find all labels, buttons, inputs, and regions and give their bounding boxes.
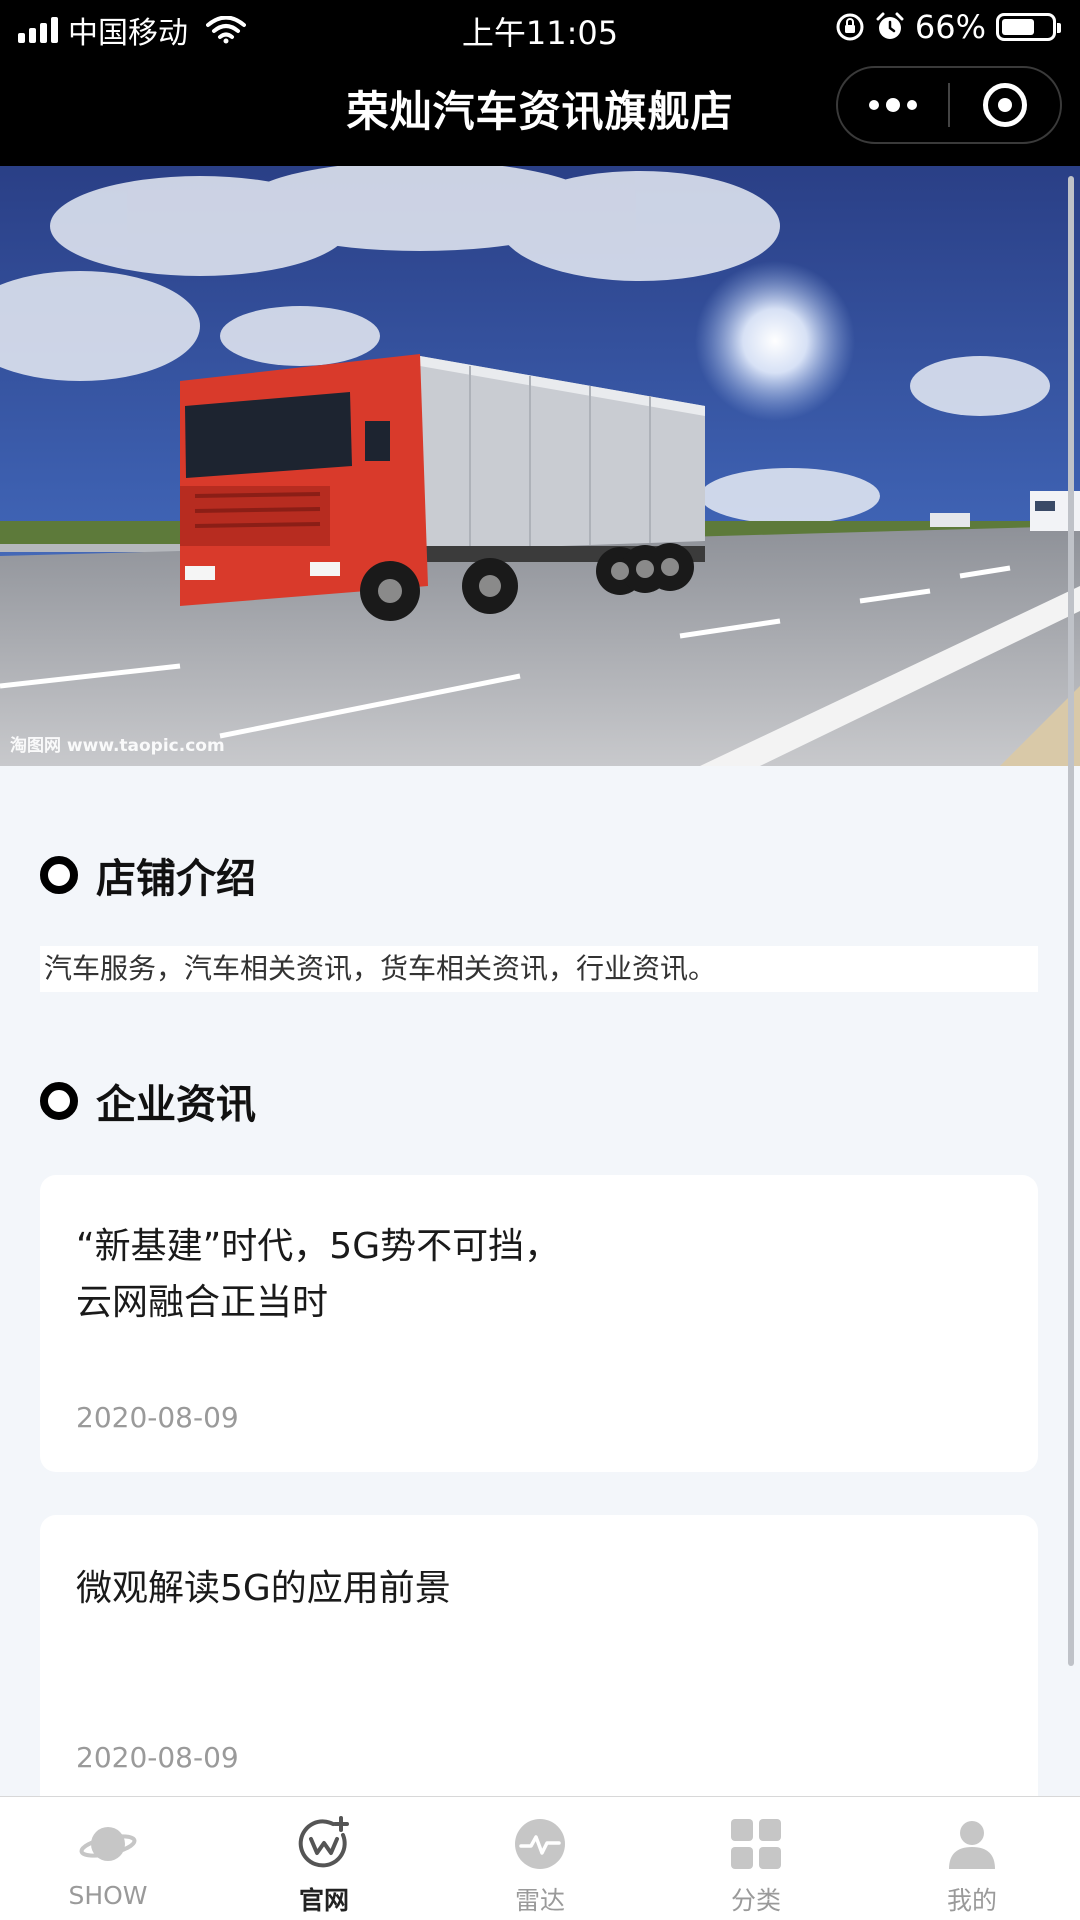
app-page: 中国移动 上午11:05 66% 荣灿汽车资讯旗舰店 淘图网 www.taopi… (0, 0, 1080, 1920)
truck-photo (0, 166, 1080, 766)
user-icon (949, 1821, 995, 1869)
top-bar: 中国移动 上午11:05 66% 荣灿汽车资讯旗舰店 (0, 0, 1080, 166)
tab-label: 官网 (298, 1886, 349, 1915)
news-title: 企业资讯 (96, 1082, 256, 1128)
news-date: 2020-08-09 (76, 1401, 239, 1434)
close-button[interactable] (950, 68, 1060, 142)
news-headline-line: “新基建”时代，5G势不可挡， (76, 1226, 561, 1267)
news-header: 企业资讯 (40, 1072, 256, 1130)
alarm-icon (876, 12, 904, 39)
tab-category[interactable]: 分类 (648, 1797, 864, 1920)
battery-percent: 66% (914, 8, 986, 46)
tab-mine[interactable]: 我的 (864, 1797, 1080, 1920)
target-close-icon (983, 83, 1027, 127)
ring-bullet-icon (40, 856, 78, 894)
news-headline-line: 云网融合正当时 (76, 1282, 329, 1323)
news-headline: 微观解读5G的应用前景 (76, 1561, 976, 1617)
status-right: 66% (835, 8, 1061, 46)
tab-label: SHOW (68, 1881, 148, 1910)
more-dots-icon (869, 98, 917, 112)
tab-radar[interactable]: 雷达 (432, 1797, 648, 1920)
banner-image[interactable]: 淘图网 www.taopic.com (0, 166, 1080, 766)
shop-intro-header: 店铺介绍 (40, 846, 256, 904)
planet-icon (79, 1827, 137, 1861)
ring-bullet-icon (40, 1082, 78, 1120)
tab-website[interactable]: 官网 (216, 1797, 432, 1920)
tab-show[interactable]: SHOW (0, 1797, 216, 1920)
news-headline: “新基建”时代，5G势不可挡， 云网融合正当时 (76, 1219, 976, 1331)
shop-intro-text: 汽车服务，汽车相关资讯，货车相关资讯，行业资讯。 (40, 946, 1038, 992)
rotation-lock-icon (836, 13, 864, 41)
website-icon (298, 1816, 349, 1868)
news-headline-line: 微观解读5G的应用前景 (76, 1568, 451, 1609)
shop-intro-title: 店铺介绍 (96, 856, 256, 902)
banner-watermark: 淘图网 www.taopic.com (10, 736, 225, 756)
news-date: 2020-08-09 (76, 1741, 239, 1774)
more-button[interactable] (838, 68, 948, 142)
radar-icon (515, 1819, 565, 1869)
tab-label: 雷达 (514, 1886, 565, 1915)
status-bar: 中国移动 上午11:05 66% (0, 0, 1080, 54)
mini-program-capsule (836, 66, 1062, 144)
tab-bar: SHOW 官网 雷达 分类 我的 (0, 1796, 1080, 1920)
battery-fill (1002, 19, 1034, 35)
grid-icon (731, 1819, 781, 1869)
news-card[interactable]: “新基建”时代，5G势不可挡， 云网融合正当时 2020-08-09 (40, 1175, 1038, 1472)
scrollbar[interactable] (1068, 176, 1074, 1666)
news-card[interactable]: 微观解读5G的应用前景 2020-08-09 (40, 1515, 1038, 1815)
tab-label: 分类 (730, 1886, 781, 1915)
tab-label: 我的 (946, 1886, 997, 1915)
battery-icon (996, 13, 1061, 41)
